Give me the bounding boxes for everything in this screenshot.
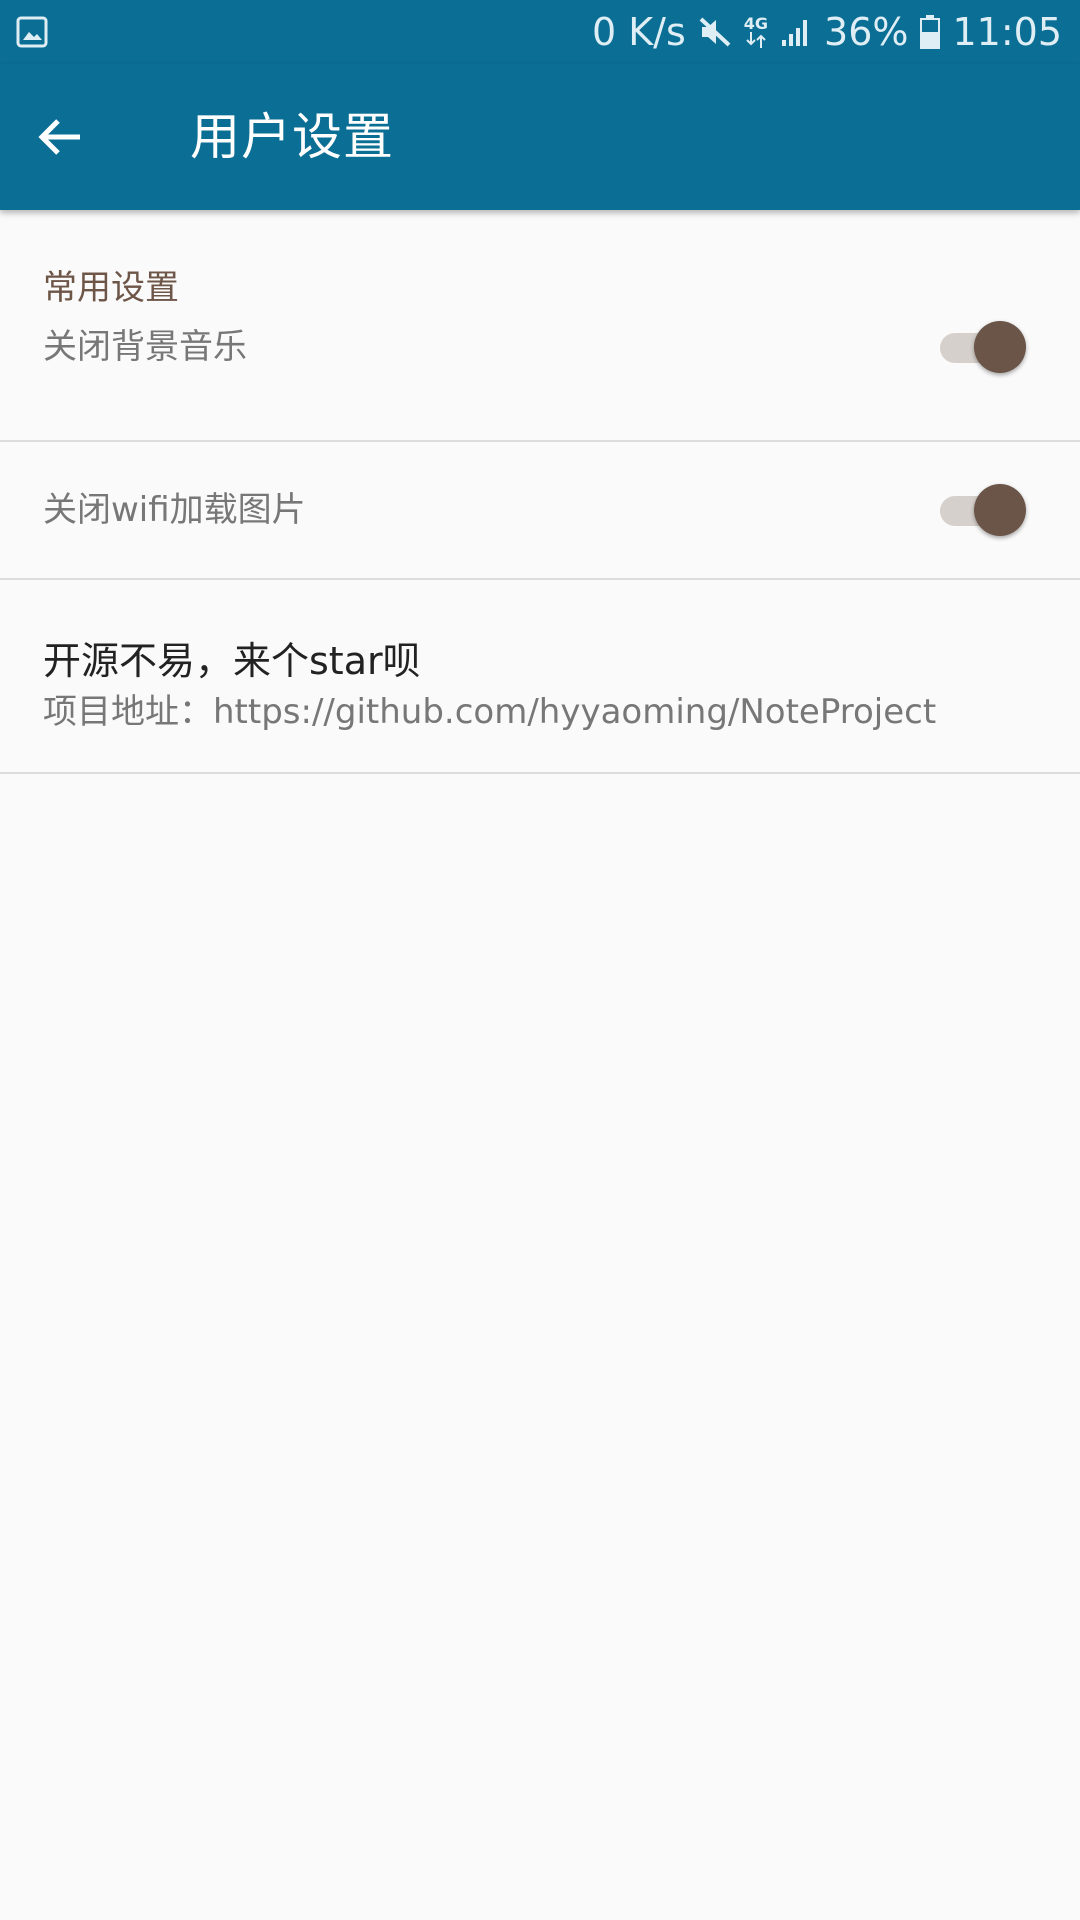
background-music-switch[interactable] [940, 320, 1026, 374]
status-indicators: 0 K/s 4G 36% 11:05 [592, 0, 1062, 64]
divider [0, 772, 1080, 774]
star-title: 开源不易，来个star呗 [43, 639, 421, 683]
pref-label: 关闭wifi加载图片 [43, 490, 306, 530]
mute-icon [698, 15, 732, 49]
pref-label: 关闭背景音乐 [43, 327, 247, 367]
gallery-icon [16, 16, 48, 48]
4g-data-icon: 4G [744, 16, 768, 48]
switch-thumb [974, 321, 1026, 373]
battery-icon [920, 15, 941, 49]
back-button[interactable] [20, 97, 100, 177]
net-speed: 0 K/s [591, 10, 686, 54]
battery-percent: 36% [824, 10, 909, 54]
signal-icon [780, 16, 812, 48]
clock: 11:05 [952, 10, 1062, 54]
status-bar: 0 K/s 4G 36% 11:05 [0, 0, 1080, 64]
pref-star-project[interactable]: 开源不易，来个star呗 项目地址：https://github.com/hyy… [0, 580, 1080, 772]
pref-wifi-images[interactable]: 关闭wifi加载图片 [0, 442, 1080, 578]
section-header: 常用设置 [43, 268, 179, 308]
arrow-back-icon [38, 119, 80, 155]
pref-background-music[interactable]: 关闭背景音乐 [0, 310, 1080, 450]
project-url: 项目地址：https://github.com/hyyaoming/NotePr… [43, 692, 937, 732]
switch-thumb [974, 484, 1026, 536]
wifi-images-switch[interactable] [940, 483, 1026, 537]
toolbar: 用户设置 [0, 64, 1080, 210]
page-title: 用户设置 [190, 108, 394, 166]
